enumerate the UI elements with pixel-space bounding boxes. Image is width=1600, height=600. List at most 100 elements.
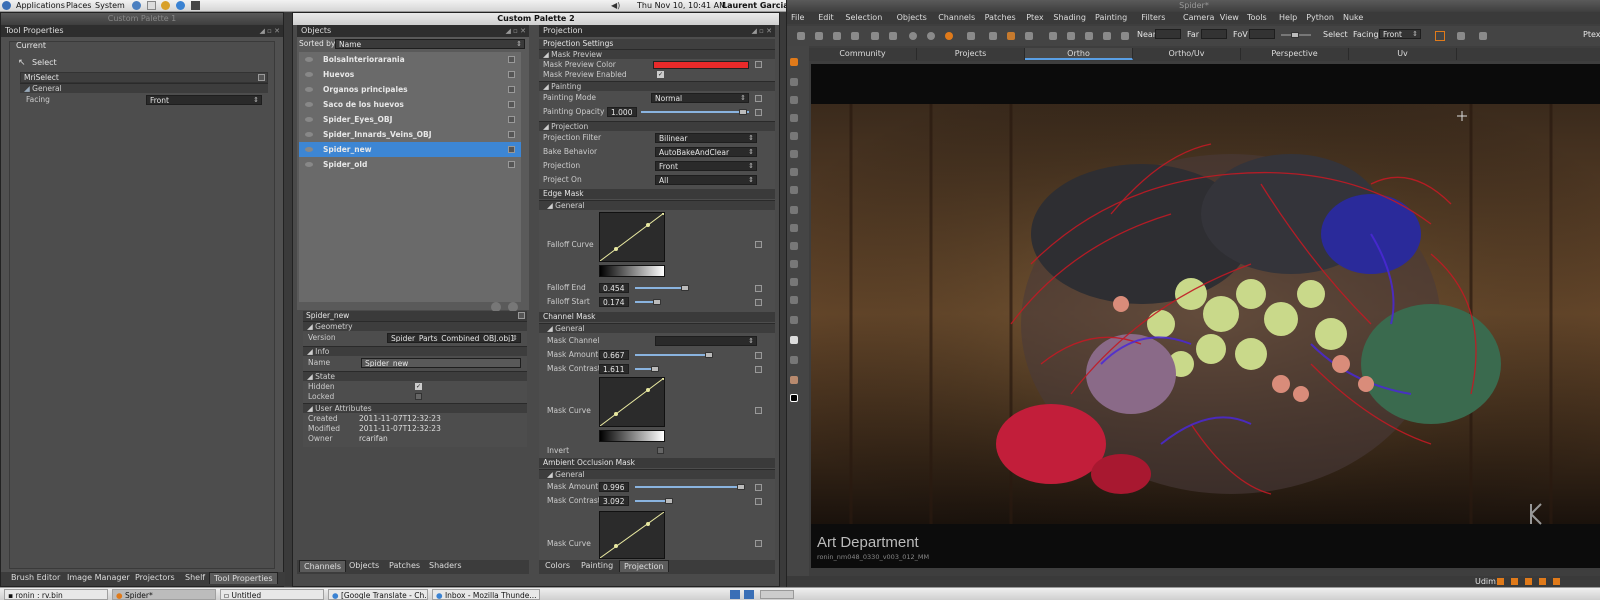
menu-objects[interactable]: Objects	[897, 13, 927, 22]
version-select[interactable]: Spider_Parts_Combined_OBJ.obj1	[387, 333, 521, 343]
object-list-item[interactable]: Spider_old	[299, 157, 521, 172]
file-launcher-icon[interactable]	[147, 1, 156, 10]
menu-python[interactable]: Python	[1306, 13, 1334, 22]
gradient-icon[interactable]	[790, 260, 798, 268]
view-tab-projects[interactable]: Projects	[917, 48, 1025, 60]
menu-filters[interactable]: Filters	[1141, 13, 1165, 22]
user-attributes-section[interactable]: ◢ User Attributes	[303, 403, 527, 413]
object-lock-icon[interactable]	[508, 101, 515, 108]
menu-patches[interactable]: Patches	[985, 13, 1016, 22]
panel-controls-icon[interactable]: ◢ ▫ ✕	[260, 25, 280, 37]
mask-preview-section[interactable]: ◢ Mask Preview	[539, 49, 775, 59]
visibility-eye-icon[interactable]	[305, 102, 313, 107]
status-paint-icon[interactable]	[1511, 578, 1518, 585]
falloff-curve-editor[interactable]	[599, 211, 666, 262]
move-tool-icon[interactable]	[790, 114, 798, 122]
brush-icon[interactable]	[1121, 32, 1129, 40]
view-tab-community[interactable]: Community	[809, 48, 917, 60]
object-lock-icon[interactable]	[508, 56, 515, 63]
name-field[interactable]: Spider_new	[361, 358, 521, 368]
falloff-start-slider[interactable]	[635, 297, 749, 307]
painting-mode-lock-icon[interactable]	[755, 95, 762, 102]
status-gpu-icon[interactable]	[1553, 578, 1560, 585]
menu-shading[interactable]: Shading	[1053, 13, 1086, 22]
pen-icon[interactable]	[790, 316, 798, 324]
ao-mask-contrast-slider[interactable]	[635, 496, 749, 506]
mask-contrast-slider[interactable]	[635, 364, 749, 374]
mask-curve-lock-icon[interactable]	[755, 407, 762, 414]
grid-icon[interactable]	[1067, 32, 1075, 40]
volume-icon[interactable]: ◀)	[611, 1, 620, 10]
mask-amount-lock-icon[interactable]	[755, 352, 762, 359]
locked-checkbox[interactable]	[415, 393, 422, 400]
object-list-item[interactable]: Saco de los huevos	[299, 97, 521, 112]
lighting-icon[interactable]	[989, 32, 997, 40]
lasso-icon[interactable]	[1457, 32, 1465, 40]
open-file-icon[interactable]	[815, 32, 823, 40]
channel-mask-general[interactable]: ◢ General	[539, 323, 775, 333]
task-google-translate[interactable]: ● [Google Translate - Ch...	[328, 589, 428, 600]
sort-select[interactable]: Name	[335, 39, 525, 49]
swap-color-icon[interactable]	[790, 356, 798, 364]
workspace-switcher-1[interactable]	[730, 590, 740, 599]
object-lock-icon[interactable]	[508, 161, 515, 168]
visibility-eye-icon[interactable]	[305, 72, 313, 77]
clone-tool-icon[interactable]	[790, 168, 798, 176]
workspace-switcher-2[interactable]	[744, 590, 754, 599]
mask-channel-select[interactable]	[655, 336, 757, 346]
facing-select[interactable]: Front	[1379, 29, 1421, 39]
thunderbird-launcher-icon[interactable]	[176, 1, 185, 10]
default-colors-icon[interactable]	[790, 394, 798, 402]
ao-mask-section[interactable]: Ambient Occlusion Mask	[539, 458, 775, 468]
project-on-select[interactable]: All	[655, 175, 757, 185]
menu-tools[interactable]: Tools	[1247, 13, 1267, 22]
falloff-curve-graph[interactable]	[599, 211, 666, 262]
object-lock-icon[interactable]	[508, 131, 515, 138]
falloff-end-slider[interactable]	[635, 283, 749, 293]
invert-checkbox[interactable]	[657, 447, 664, 454]
falloff-end-value[interactable]: 0.454	[599, 283, 629, 293]
paint-buffer-icon[interactable]	[1007, 32, 1015, 40]
near-field[interactable]	[1155, 29, 1181, 39]
bg-color-icon[interactable]	[790, 376, 798, 384]
falloff-start-lock-icon[interactable]	[755, 299, 762, 306]
window-title[interactable]: Custom Palette 1	[1, 13, 283, 25]
mask-curve-graph[interactable]	[599, 376, 666, 427]
tab-colors[interactable]: Colors	[541, 560, 574, 572]
view-tab-ortho[interactable]: Ortho	[1025, 48, 1133, 60]
status-cache-icon[interactable]	[1525, 578, 1532, 585]
object-list-item[interactable]: Spider_Eyes_OBJ	[299, 112, 521, 127]
smear-icon[interactable]	[790, 242, 798, 250]
edge-mask-general[interactable]: ◢ General	[539, 200, 775, 210]
menu-help[interactable]: Help	[1279, 13, 1297, 22]
marquee-tool-icon[interactable]	[790, 78, 798, 86]
import-icon[interactable]	[851, 32, 859, 40]
ao-mask-curve-editor[interactable]	[599, 511, 665, 559]
menu-system[interactable]: System	[95, 1, 125, 10]
visibility-eye-icon[interactable]	[305, 162, 313, 167]
task-thunderbird[interactable]: ● Inbox - Mozilla Thunde...	[432, 589, 540, 600]
wireframe-icon[interactable]	[967, 32, 975, 40]
visibility-eye-icon[interactable]	[305, 132, 313, 137]
new-file-icon[interactable]	[797, 32, 805, 40]
view-tab-ortho-uv[interactable]: Ortho/Uv	[1133, 48, 1241, 60]
frame-icon[interactable]	[1049, 32, 1057, 40]
general-section[interactable]: ◢ General	[20, 83, 268, 93]
menu-nuke[interactable]: Nuke	[1343, 13, 1363, 22]
view-tab-uv[interactable]: Uv	[1349, 48, 1457, 60]
mask-curve-editor[interactable]	[599, 376, 666, 427]
eraser-icon[interactable]	[790, 224, 798, 232]
viewer-title[interactable]: Spider*	[787, 0, 1600, 12]
tab-patches[interactable]: Patches	[385, 560, 424, 572]
play-icon[interactable]	[1103, 32, 1111, 40]
paint-tool-icon[interactable]	[790, 132, 798, 140]
painting-mode-select[interactable]: Normal	[651, 93, 749, 103]
mask-amount-value[interactable]: 0.667	[599, 350, 629, 360]
fov-slider[interactable]	[1281, 30, 1311, 40]
tab-brush-editor[interactable]: Brush Editor	[7, 572, 64, 584]
ao-mask-amount-lock-icon[interactable]	[755, 484, 762, 491]
hidden-checkbox[interactable]: ✓	[415, 383, 422, 390]
fg-color-icon[interactable]	[790, 336, 798, 344]
ao-mask-general[interactable]: ◢ General	[539, 469, 775, 479]
status-memory-icon[interactable]	[1539, 578, 1546, 585]
